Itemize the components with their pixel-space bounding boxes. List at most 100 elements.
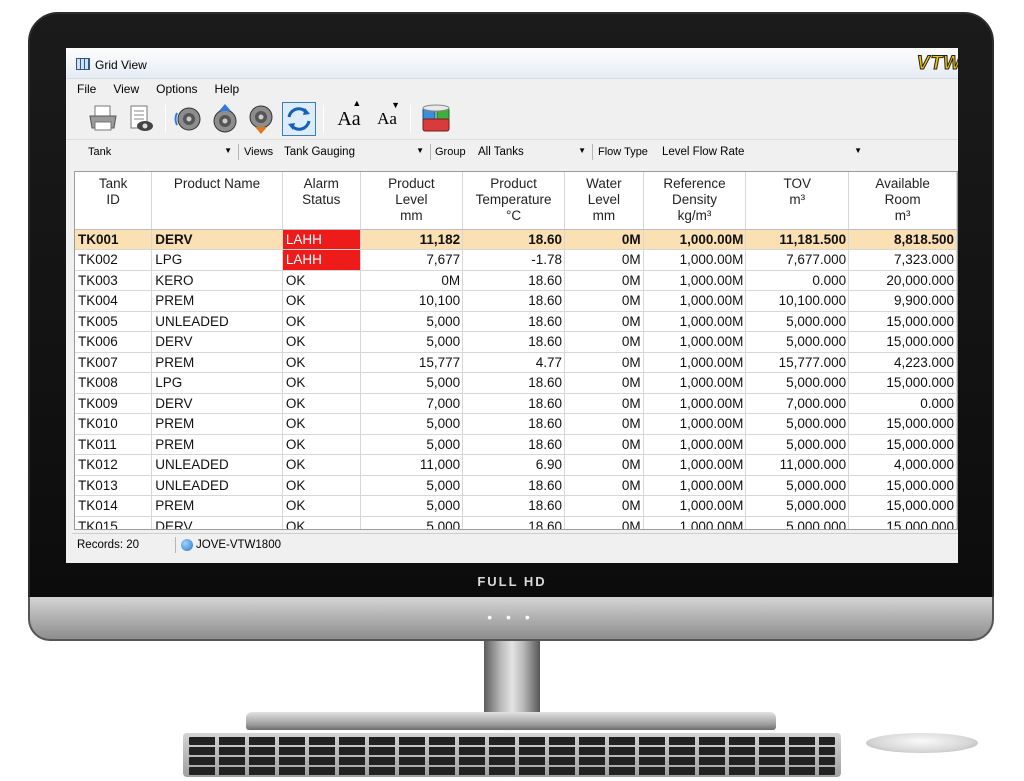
table-row[interactable]: TK001 DERV LAHH 11,182 18.60 0M 1,000.00M 11,18… bbox=[75, 229, 957, 250]
record-count: Records: 20 bbox=[72, 536, 176, 553]
vtw-logo: VTW bbox=[916, 53, 958, 75]
cell-available-room: 15,000.000 bbox=[848, 495, 957, 517]
cell-available-room: 15,000.000 bbox=[848, 331, 957, 353]
menu-options[interactable]: Options bbox=[156, 82, 197, 96]
flow-type-filter-select[interactable]: Level Flow Rate ▼ bbox=[658, 143, 866, 161]
column-header-product-level[interactable]: Product Level mm bbox=[360, 172, 464, 230]
cell-water-level: 0M bbox=[564, 495, 644, 517]
cell-available-room: 4,000.000 bbox=[848, 454, 957, 476]
cell-product-temperature: 6.90 bbox=[462, 454, 565, 476]
cell-tov: 5,000.000 bbox=[745, 331, 850, 353]
cell-water-level: 0M bbox=[564, 290, 644, 312]
cell-product-level: 5,000 bbox=[360, 495, 464, 517]
cell-tank-id: TK009 bbox=[75, 393, 153, 414]
keyboard-key-row bbox=[189, 757, 835, 765]
table-row[interactable]: TK006 DERV OK 5,000 18.60 0M 1,000.00M 5,000.00… bbox=[75, 331, 957, 353]
views-filter-select[interactable]: Tank Gauging ▼ bbox=[280, 143, 428, 161]
table-row[interactable]: TK004 PREM OK 10,100 18.60 0M 1,000.00M 10,100.… bbox=[75, 290, 957, 312]
app-window: Grid View VTW File View Options Help ▲ A… bbox=[66, 48, 958, 563]
font-larger-button[interactable]: ▲ Aa bbox=[332, 98, 366, 136]
keyboard-key-row bbox=[189, 737, 835, 745]
menu-view[interactable]: View bbox=[113, 82, 139, 96]
table-row[interactable]: TK014 PREM OK 5,000 18.60 0M 1,000.00M 5,000.00… bbox=[75, 495, 957, 517]
table-row[interactable]: TK010 PREM OK 5,000 18.60 0M 1,000.00M 5,000.00… bbox=[75, 413, 957, 435]
keyboard bbox=[183, 733, 841, 777]
table-row[interactable]: TK002 LPG LAHH 7,677 -1.78 0M 1,000.00M 7,677.0… bbox=[75, 249, 957, 271]
table-row[interactable]: TK011 PREM OK 5,000 18.60 0M 1,000.00M 5,000.00… bbox=[75, 434, 957, 455]
cell-reference-density: 1,000.00M bbox=[643, 372, 747, 394]
cell-product-level: 5,000 bbox=[360, 311, 464, 332]
cell-tov: 11,000.000 bbox=[745, 454, 850, 476]
cell-product-temperature: -1.78 bbox=[462, 249, 565, 271]
column-header-water-level[interactable]: Water Level mm bbox=[564, 172, 644, 230]
table-row[interactable]: TK007 PREM OK 15,777 4.77 0M 1,000.00M 15,777.0… bbox=[75, 352, 957, 373]
cell-tov: 10,100.000 bbox=[745, 290, 850, 312]
cell-reference-density: 1,000.00M bbox=[643, 434, 747, 455]
cell-tov: 15,777.000 bbox=[745, 352, 850, 373]
cell-product-level: 0M bbox=[360, 270, 464, 291]
window-title: Grid View bbox=[95, 58, 147, 72]
refresh-button[interactable] bbox=[282, 102, 316, 136]
filter-divider bbox=[592, 144, 593, 160]
sound-button[interactable] bbox=[172, 102, 206, 136]
table-row[interactable]: TK003 KERO OK 0M 18.60 0M 1,000.00M 0.000 20,000… bbox=[75, 270, 957, 291]
cell-tank-id: TK008 bbox=[75, 372, 153, 394]
table-row[interactable]: TK012 UNLEADED OK 11,000 6.90 0M 1,000.00M 11,0… bbox=[75, 454, 957, 476]
cell-product-level: 15,777 bbox=[360, 352, 464, 373]
cell-alarm-status: OK bbox=[282, 475, 361, 496]
column-header-tov[interactable]: TOV m³ bbox=[745, 172, 850, 230]
table-row[interactable]: TK015 DERV OK 5,000 18.60 0M 1,000.00M 5,000.00… bbox=[75, 516, 957, 529]
toolbar-separator bbox=[323, 105, 324, 133]
cell-available-room: 7,323.000 bbox=[848, 249, 957, 271]
cell-tank-id: TK003 bbox=[75, 270, 153, 291]
cell-tov: 7,000.000 bbox=[745, 393, 850, 414]
menu-help[interactable]: Help bbox=[215, 82, 240, 96]
print-button[interactable] bbox=[86, 102, 120, 136]
cell-tov: 5,000.000 bbox=[745, 475, 850, 496]
column-header-alarm-status[interactable]: Alarm Status bbox=[282, 172, 361, 230]
server-name: JOVE-VTW1800 bbox=[196, 538, 281, 551]
cell-product-name: KERO bbox=[151, 270, 283, 291]
column-header-available-room[interactable]: Available Room m³ bbox=[848, 172, 957, 230]
cell-tank-id: TK002 bbox=[75, 249, 153, 271]
menu-file[interactable]: File bbox=[77, 82, 96, 96]
column-header-product-temperature[interactable]: Product Temperature °C bbox=[462, 172, 565, 230]
cell-alarm-status: OK bbox=[282, 495, 361, 517]
group-filter-label: Group bbox=[435, 146, 466, 158]
cell-product-name: PREM bbox=[151, 495, 283, 517]
table-row[interactable]: TK009 DERV OK 7,000 18.60 0M 1,000.00M 7,000.00… bbox=[75, 393, 957, 414]
cell-product-name: DERV bbox=[151, 229, 283, 250]
cell-product-name: DERV bbox=[151, 516, 283, 529]
cell-alarm-status: OK bbox=[282, 331, 361, 353]
arrow-up-icon: ▲ bbox=[352, 97, 362, 108]
sound-up-button[interactable] bbox=[208, 102, 242, 136]
database-button[interactable] bbox=[419, 102, 453, 136]
group-filter-select[interactable]: All Tanks ▼ bbox=[474, 143, 590, 161]
keyboard-key-row bbox=[189, 767, 835, 775]
cell-available-room: 9,900.000 bbox=[848, 290, 957, 312]
cell-product-name: PREM bbox=[151, 290, 283, 312]
table-row[interactable]: TK013 UNLEADED OK 5,000 18.60 0M 1,000.00M 5,00… bbox=[75, 475, 957, 496]
cell-product-level: 7,677 bbox=[360, 249, 464, 271]
cell-tank-id: TK013 bbox=[75, 475, 153, 496]
cell-available-room: 15,000.000 bbox=[848, 475, 957, 496]
font-smaller-button[interactable]: ▼ Aa bbox=[370, 100, 404, 136]
column-header-tank-id[interactable]: Tank ID bbox=[75, 172, 153, 230]
table-row[interactable]: TK008 LPG OK 5,000 18.60 0M 1,000.00M 5,000.000… bbox=[75, 372, 957, 394]
views-filter-value: Tank Gauging bbox=[284, 146, 355, 158]
column-header-reference-density[interactable]: Reference Density kg/m³ bbox=[643, 172, 747, 230]
table-row[interactable]: TK005 UNLEADED OK 5,000 18.60 0M 1,000.00M 5,00… bbox=[75, 311, 957, 332]
cell-available-room: 15,000.000 bbox=[848, 311, 957, 332]
cell-product-level: 11,182 bbox=[360, 229, 464, 250]
cell-tov: 5,000.000 bbox=[745, 434, 850, 455]
cell-available-room: 20,000.000 bbox=[848, 270, 957, 291]
cell-reference-density: 1,000.00M bbox=[643, 516, 747, 529]
print-preview-button[interactable] bbox=[123, 102, 157, 136]
column-header-product-name[interactable]: Product Name bbox=[151, 172, 283, 230]
tank-grid[interactable]: Tank ID Product Name Alarm Status Produc… bbox=[74, 171, 958, 530]
font-smaller-icon: ▼ Aa bbox=[377, 100, 400, 129]
tank-filter-select[interactable]: ▼ bbox=[118, 143, 236, 161]
cell-product-temperature: 18.60 bbox=[462, 270, 565, 291]
sound-down-button[interactable] bbox=[244, 102, 278, 136]
toolbar: ▲ Aa ▼ Aa bbox=[66, 98, 958, 139]
